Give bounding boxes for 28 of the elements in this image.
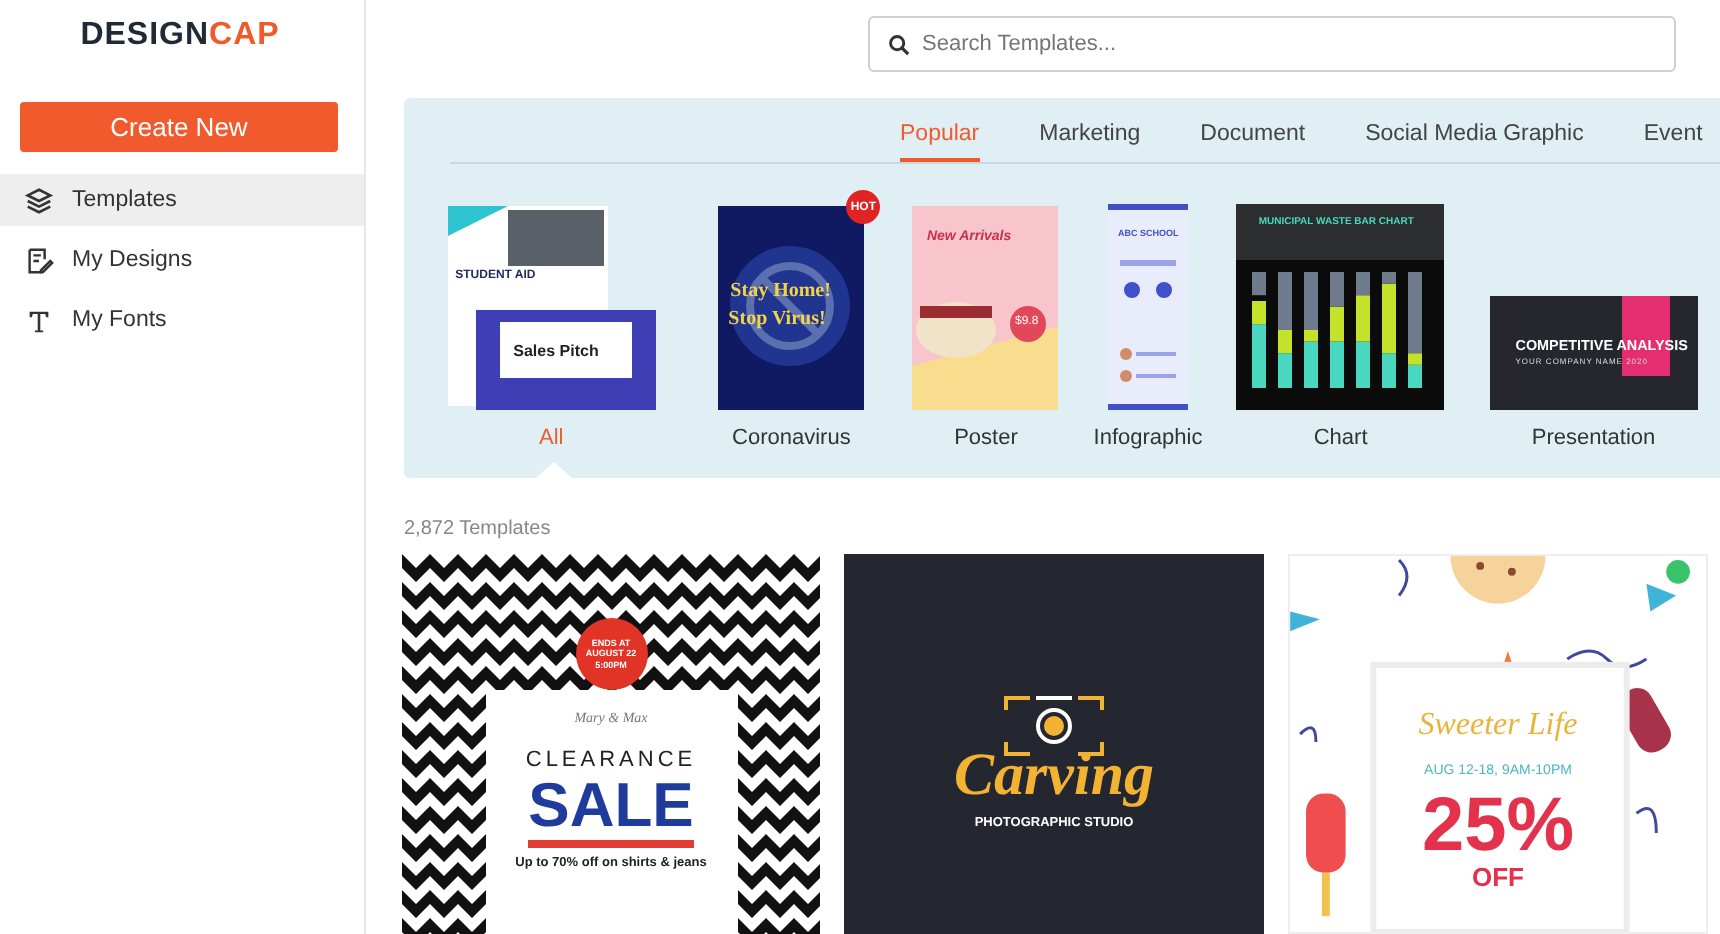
camera-icon bbox=[1002, 694, 1106, 758]
sidebar-item[interactable]: My Fonts bbox=[0, 294, 364, 346]
search-field[interactable]: Search Templates... bbox=[868, 16, 1676, 72]
card-headline: SALE bbox=[528, 774, 694, 848]
card-title: Carving bbox=[953, 746, 1155, 806]
category-label[interactable]: Presentation bbox=[1531, 426, 1656, 450]
sidebar-item[interactable]: My Designs bbox=[0, 234, 364, 286]
thumbnail-text: Stop Virus! bbox=[728, 308, 826, 330]
category-label[interactable]: Chart bbox=[1313, 426, 1368, 450]
card-title: CLEARANCE bbox=[525, 748, 697, 772]
card-title: Sweeter Life bbox=[1418, 708, 1578, 744]
category-tab[interactable]: Event bbox=[1643, 122, 1703, 162]
category-tab[interactable]: Marketing bbox=[1039, 122, 1141, 162]
category-label[interactable]: Infographic bbox=[1093, 426, 1203, 450]
edit-icon bbox=[24, 245, 54, 275]
thumbnail-text: Stay Home! bbox=[730, 280, 831, 302]
logo-text[interactable]: DESIGN bbox=[80, 18, 210, 52]
layers-icon bbox=[24, 185, 54, 215]
category-tab[interactable]: Document bbox=[1200, 122, 1306, 162]
card-note: OFF bbox=[1471, 864, 1524, 890]
sidebar-item[interactable]: Templates bbox=[0, 174, 364, 226]
card-headline: 25% bbox=[1421, 788, 1575, 864]
template-count: 2,872 Templates bbox=[404, 518, 553, 540]
category-label[interactable]: Poster bbox=[954, 426, 1018, 450]
selection-pointer bbox=[535, 462, 571, 478]
thumbnail-text: Sales Pitch bbox=[513, 342, 599, 360]
category-tab[interactable]: Social Media Graphic bbox=[1365, 122, 1584, 162]
category-label[interactable]: Coronavirus bbox=[732, 426, 851, 450]
